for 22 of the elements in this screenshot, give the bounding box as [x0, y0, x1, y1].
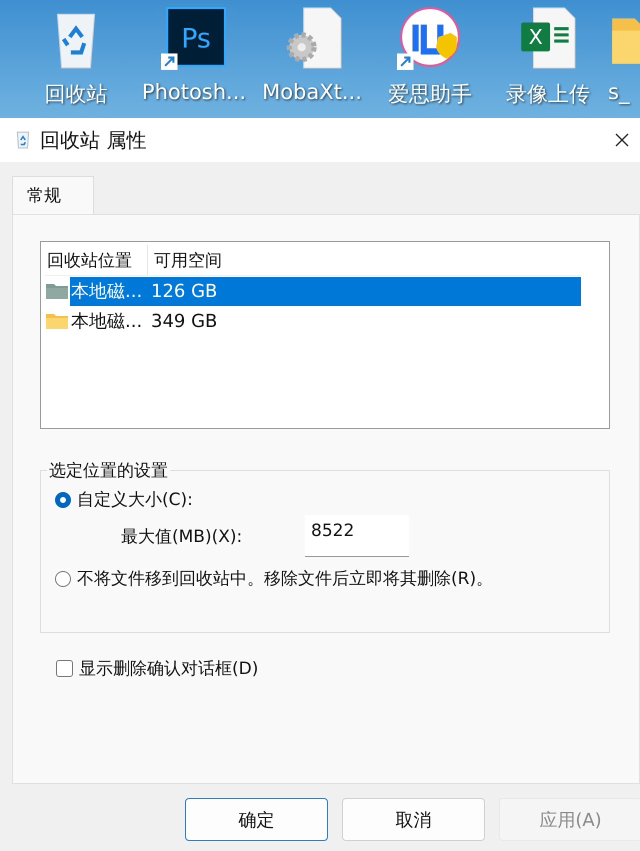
column-header[interactable]: 回收站位置 [45, 245, 148, 275]
recycle-bin-icon [14, 131, 32, 149]
radio-label[interactable]: 不将文件移到回收站中。移除文件后立即将其删除(R)。 [77, 567, 494, 590]
window-title: 回收站 属性 [40, 126, 148, 154]
radio-button[interactable] [55, 570, 71, 586]
checkbox-label[interactable]: 显示删除确认对话框(D) [79, 657, 258, 680]
tab[interactable]: 常规 [12, 176, 94, 214]
folder-icon [45, 312, 69, 330]
list-row[interactable]: 本地磁... 349 GB [70, 306, 581, 336]
close-icon[interactable] [614, 132, 630, 148]
app-logo-icon[interactable] [397, 6, 463, 72]
max-size-field[interactable]: 8522 [305, 515, 409, 557]
dialog-button[interactable]: 确定 [185, 798, 328, 841]
radio-label[interactable]: 自定义大小(C): [77, 488, 193, 511]
radio-button[interactable] [55, 492, 71, 508]
column-header[interactable]: 可用空间 [148, 245, 581, 275]
list-row[interactable]: 本地磁... 126 GB [70, 276, 581, 306]
field-label: 最大值(MB)(X): [121, 526, 244, 548]
checkbox[interactable] [56, 660, 73, 677]
folder-icon [45, 282, 69, 300]
group-title: 选定位置的设置 [48, 460, 169, 482]
dialog-button[interactable]: 取消 [342, 798, 485, 841]
